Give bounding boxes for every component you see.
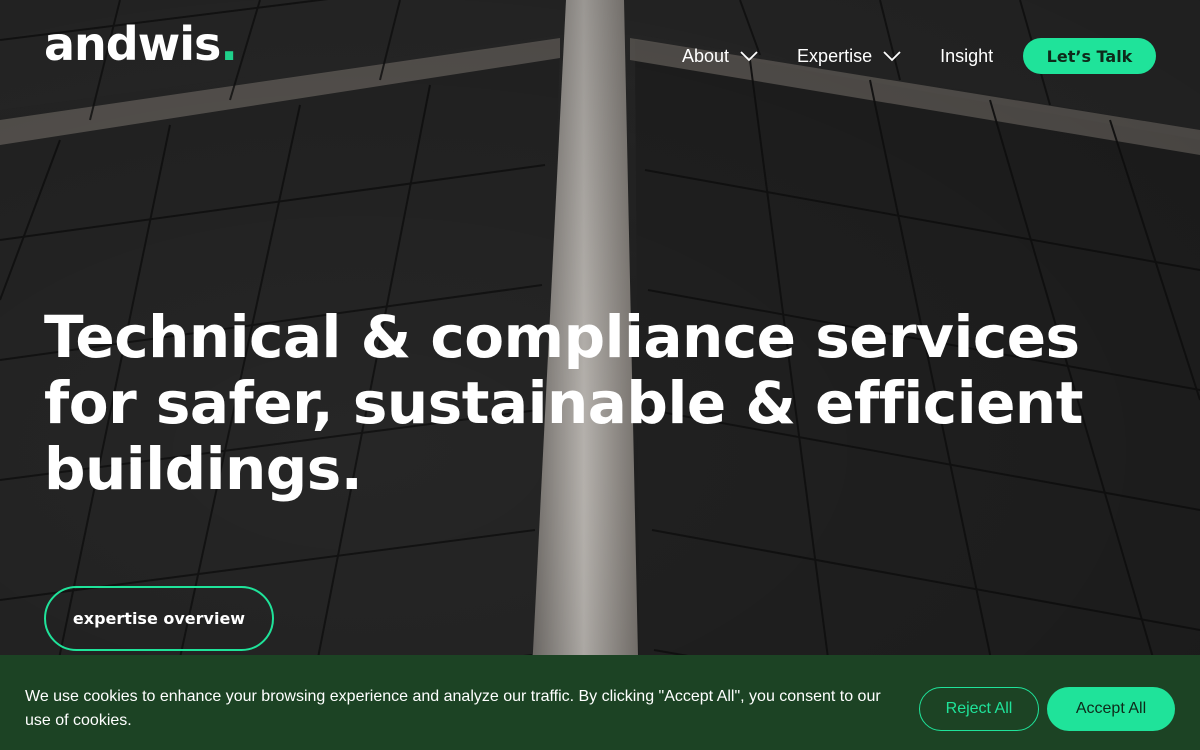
nav-item-label: Insight [940, 45, 994, 66]
nav-item-expertise[interactable]: Expertise [797, 46, 902, 67]
nav-item-label: About [682, 45, 730, 66]
lets-talk-button[interactable]: Let’s Talk [1023, 38, 1156, 74]
logo-dot: . [220, 17, 238, 71]
nav-item-label: Expertise [797, 45, 873, 66]
main-nav: About Expertise Insight [682, 38, 1031, 74]
nav-item-insight[interactable]: Insight [940, 46, 993, 67]
andwis-logo[interactable]: andwis. [44, 16, 238, 72]
chevron-down-icon [883, 51, 901, 62]
nav-item-about[interactable]: About [682, 46, 759, 67]
cookie-banner: We use cookies to enhance your browsing … [0, 655, 1200, 750]
logo-text: andwis [44, 17, 221, 71]
expertise-overview-button[interactable]: expertise overview [44, 586, 274, 651]
cookie-message: We use cookies to enhance your browsing … [25, 688, 881, 729]
reject-all-button[interactable]: Reject All [919, 687, 1039, 731]
accept-all-button[interactable]: Accept All [1047, 687, 1175, 731]
hero-headline: Technical & compliance services for safe… [44, 303, 1083, 503]
chevron-down-icon [740, 51, 758, 62]
